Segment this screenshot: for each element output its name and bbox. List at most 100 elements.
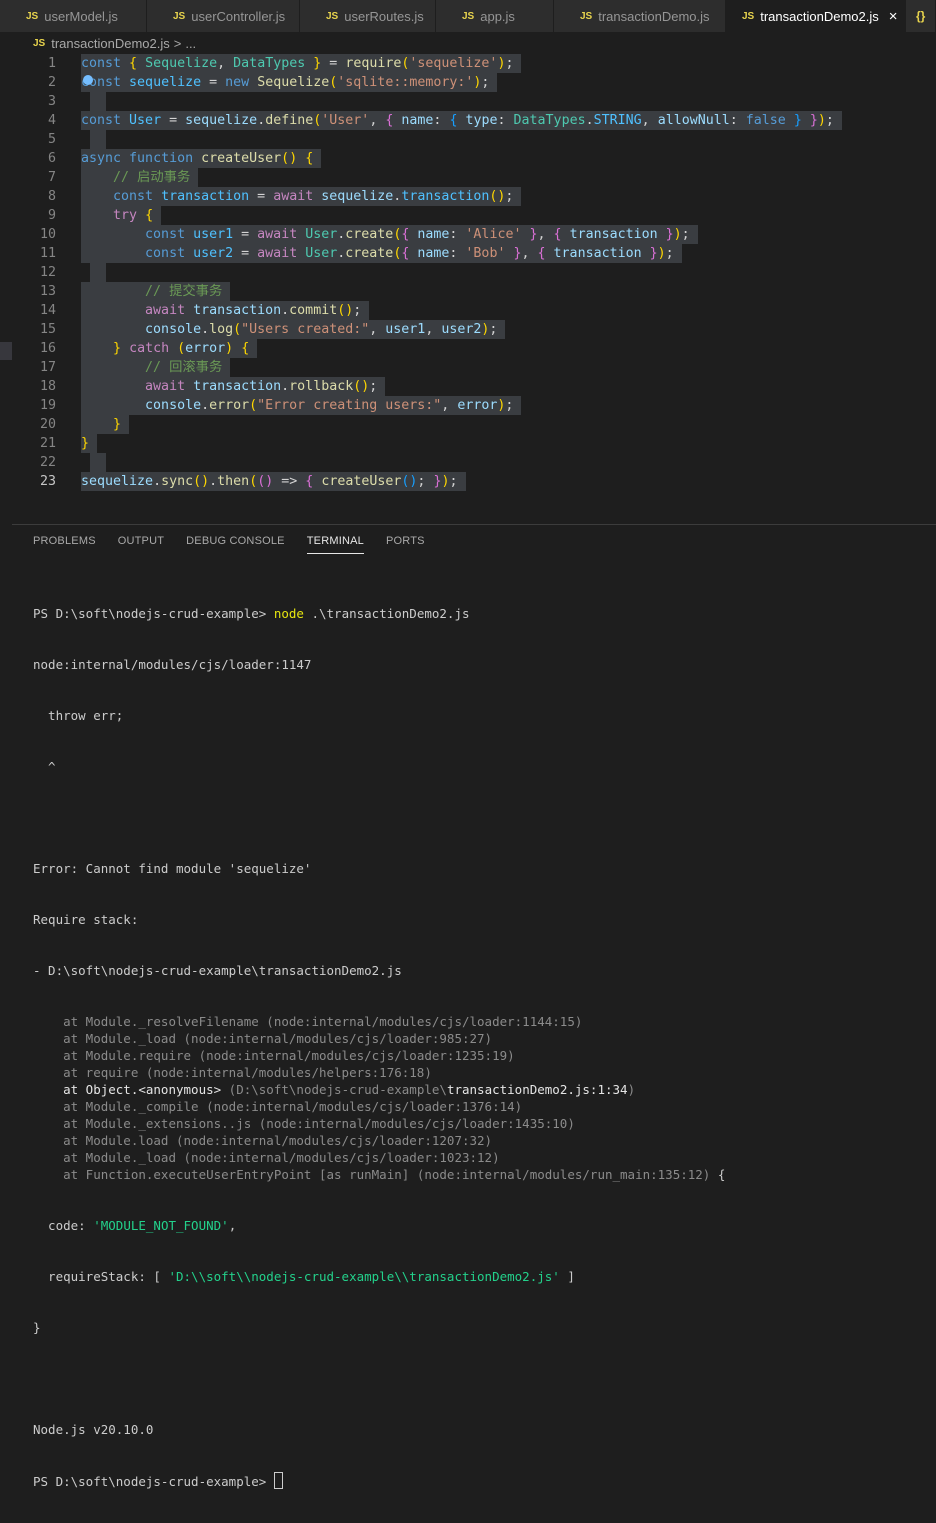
stack-frame-end: ) xyxy=(627,1082,636,1097)
code-line[interactable]: 9 try { xyxy=(0,206,936,225)
code-line[interactable]: 21} xyxy=(0,434,936,453)
code-key: code: xyxy=(33,1218,94,1233)
code-text: await transaction.commit(); xyxy=(81,301,370,320)
tab-usermodel[interactable]: JS userModel.js xyxy=(0,0,147,32)
code-line[interactable]: 3 xyxy=(0,92,936,111)
line-number: 9 xyxy=(47,208,56,223)
line-number: 11 xyxy=(39,246,56,261)
line-number: 20 xyxy=(39,417,56,432)
terminal-line: - D:\soft\nodejs-crud-example\transactio… xyxy=(33,963,402,978)
code-line[interactable]: 8 const transaction = await sequelize.tr… xyxy=(0,187,936,206)
bottom-panel: PROBLEMS OUTPUT DEBUG CONSOLE TERMINAL P… xyxy=(12,524,936,1489)
stack-frame-call: at require xyxy=(33,1065,139,1080)
line-number: 12 xyxy=(39,265,56,280)
js-file-icon: JS xyxy=(26,10,39,22)
code-line[interactable]: 19 console.error("Error creating users:"… xyxy=(0,396,936,415)
line-number: 7 xyxy=(47,170,56,185)
code-line[interactable]: 23 sequelize.sync().then(() => { createUs… xyxy=(0,472,936,491)
terminal-output[interactable]: PS D:\soft\nodejs-crud-example> node .\t… xyxy=(33,571,933,1523)
stack-frame-call: at Module.load xyxy=(33,1133,169,1148)
stack-frame-tail: { xyxy=(710,1167,726,1182)
code-line[interactable]: 11 const user2 = await User.create({ nam… xyxy=(0,244,936,263)
line-number: 3 xyxy=(47,94,56,109)
stack-frame-location: (node:internal/modules/cjs/loader:1435:1… xyxy=(251,1116,575,1131)
terminal-line: Require stack: xyxy=(33,912,139,927)
code-line[interactable]: 22 xyxy=(0,453,936,472)
code-line[interactable]: 10 const user1 = await User.create({ nam… xyxy=(0,225,936,244)
stack-frame: at Module._load (node:internal/modules/c… xyxy=(33,1030,933,1047)
tab-transactiondemo2[interactable]: JS transactionDemo2.js × xyxy=(726,0,906,32)
code-line[interactable]: 4 const User = sequelize.define('User', {… xyxy=(0,111,936,130)
json-file-icon: {} xyxy=(916,9,926,23)
stack-frame-call: at Module._compile xyxy=(33,1099,199,1114)
stack-frame: at Module._load (node:internal/modules/c… xyxy=(33,1149,933,1166)
breadcrumb-rest[interactable]: ... xyxy=(185,36,196,51)
require-stack-key: requireStack: [ xyxy=(33,1269,169,1284)
require-stack-value: 'D:\\soft\\nodejs-crud-example\\transact… xyxy=(168,1269,560,1284)
code-line[interactable]: 15 console.log("Users created:", user1, … xyxy=(0,320,936,339)
code-text: sequelize.sync().then(() => { createUser… xyxy=(81,472,466,491)
line-number: 19 xyxy=(39,398,56,413)
terminal-blank xyxy=(33,1370,933,1387)
code-text xyxy=(90,130,107,149)
tab-label: userModel.js xyxy=(44,8,118,24)
line-number: 15 xyxy=(39,322,56,337)
stack-frame-location: (node:internal/modules/cjs/loader:1235:1… xyxy=(191,1048,515,1063)
close-icon[interactable]: × xyxy=(889,8,898,25)
line-number: 13 xyxy=(39,284,56,299)
code-line[interactable]: 1 const { Sequelize, DataTypes } = requir… xyxy=(0,54,936,73)
js-file-icon: JS xyxy=(580,10,593,22)
code-editor[interactable]: 1 const { Sequelize, DataTypes } = requir… xyxy=(0,54,936,524)
panel-tab-terminal[interactable]: TERMINAL xyxy=(306,535,364,554)
line-number: 17 xyxy=(39,360,56,375)
code-line[interactable]: 17 // 回滚事务 xyxy=(0,358,936,377)
panel-tab-output[interactable]: OUTPUT xyxy=(118,535,164,554)
panel-tabs: PROBLEMS OUTPUT DEBUG CONSOLE TERMINAL P… xyxy=(33,535,447,554)
stack-frame: at Module.require (node:internal/modules… xyxy=(33,1047,933,1064)
code-line[interactable]: 7 // 启动事务 xyxy=(0,168,936,187)
code-line[interactable]: 5 xyxy=(0,130,936,149)
terminal-code-line: code: 'MODULE_NOT_FOUND', xyxy=(33,1217,933,1234)
stack-frame-location: (node:internal/modules/cjs/loader:1144:1… xyxy=(258,1014,583,1029)
code-text xyxy=(90,92,107,111)
line-number: 6 xyxy=(47,151,56,166)
code-line[interactable]: 14 await transaction.commit(); xyxy=(0,301,936,320)
stack-frame-call: at Module._extensions..js xyxy=(33,1116,252,1131)
code-text: try { xyxy=(81,206,162,225)
stack-frame-call: at Module._load xyxy=(33,1031,176,1046)
tab-transactiondemo[interactable]: JS transactionDemo.js xyxy=(554,0,726,32)
code-line[interactable]: 20 } xyxy=(0,415,936,434)
stack-frame-call: at Module.require xyxy=(33,1048,192,1063)
code-line[interactable]: 12 xyxy=(0,263,936,282)
code-text: // 回滚事务 xyxy=(81,358,231,377)
panel-tab-ports[interactable]: PORTS xyxy=(386,535,425,554)
stack-frame-file[interactable]: transactionDemo2.js:1:34 xyxy=(447,1082,628,1097)
code-text: const user2 = await User.create({ name: … xyxy=(81,244,682,263)
panel-tab-problems[interactable]: PROBLEMS xyxy=(33,535,96,554)
breadcrumb-file[interactable]: transactionDemo2.js xyxy=(51,36,170,51)
stack-frame: at Function.executeUserEntryPoint [as ru… xyxy=(33,1166,933,1183)
tab-label: userRoutes.js xyxy=(344,8,424,24)
code-text: // 提交事务 xyxy=(81,282,231,301)
lightbulb-icon[interactable] xyxy=(83,75,93,85)
tab-app[interactable]: JS app.js xyxy=(436,0,554,32)
stack-frame: at Module.load (node:internal/modules/cj… xyxy=(33,1132,933,1149)
js-file-icon: JS xyxy=(33,37,46,49)
tab-userroutes[interactable]: JS userRoutes.js xyxy=(300,0,436,32)
terminal-command-keyword: node xyxy=(273,606,304,621)
stack-frame: at require (node:internal/modules/helper… xyxy=(33,1064,933,1081)
code-line[interactable]: 18 await transaction.rollback(); xyxy=(0,377,936,396)
tab-usercontroller[interactable]: JS userController.js xyxy=(147,0,300,32)
tab-label: transactionDemo.js xyxy=(598,8,710,24)
terminal-final-prompt-line: PS D:\soft\nodejs-crud-example> xyxy=(33,1472,933,1489)
require-stack-end: ] xyxy=(559,1269,575,1284)
code-line[interactable]: 16 } catch (error) { xyxy=(0,339,936,358)
code-line[interactable]: 13 // 提交事务 xyxy=(0,282,936,301)
stack-frame-call: at Module._resolveFilename xyxy=(33,1014,259,1029)
tab-overflow[interactable]: {} xyxy=(906,0,936,32)
code-text: console.error("Error creating users:", e… xyxy=(81,396,522,415)
line-number: 4 xyxy=(47,113,56,128)
code-line[interactable]: 2 const sequelize = new Sequelize('sqlite… xyxy=(0,73,936,92)
panel-tab-debug-console[interactable]: DEBUG CONSOLE xyxy=(186,535,285,554)
code-line[interactable]: 6 async function createUser() { xyxy=(0,149,936,168)
